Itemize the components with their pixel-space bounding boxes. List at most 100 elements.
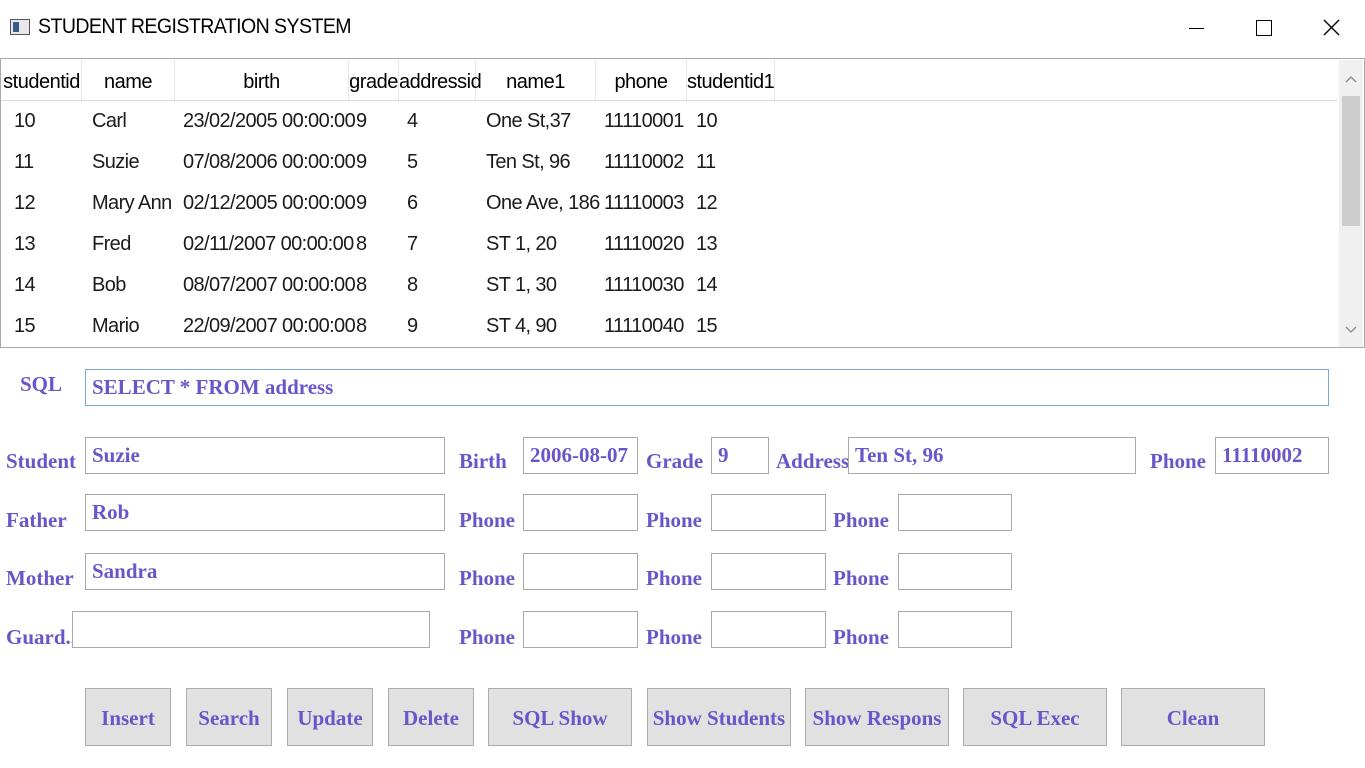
table-cell-name[interactable]: Mario	[92, 306, 140, 347]
table-cell-addressid[interactable]: 7	[407, 224, 418, 265]
table-cell-birth[interactable]: 07/08/2006 00:00:00	[183, 142, 356, 183]
grid-scrollbar[interactable]	[1339, 60, 1363, 347]
column-header[interactable]: phone	[596, 60, 687, 100]
father-phone-field-3[interactable]	[898, 494, 1012, 531]
column-header[interactable]: studentid1	[687, 60, 775, 100]
table-cell-name1[interactable]: ST 1, 20	[486, 224, 557, 265]
table-cell-studentid[interactable]: 11	[14, 142, 34, 183]
guardian-name-field[interactable]	[72, 611, 430, 648]
table-cell-grade[interactable]: 8	[356, 306, 367, 347]
column-header[interactable]: birth	[175, 60, 349, 100]
father-phone-field-2[interactable]	[711, 494, 826, 531]
table-cell-grade[interactable]: 9	[356, 101, 367, 142]
guardian-phone-field-2[interactable]	[711, 611, 826, 648]
table-cell-studentid1[interactable]: 11	[696, 142, 716, 183]
show-students-button[interactable]: Show Students	[647, 688, 791, 746]
minimize-button[interactable]	[1163, 0, 1231, 58]
table-cell-phone[interactable]: 11110001	[604, 101, 684, 142]
table-cell-name[interactable]: Mary Ann	[92, 183, 172, 224]
close-button[interactable]	[1297, 0, 1365, 58]
column-header[interactable]: addressid	[399, 60, 482, 100]
table-cell-studentid1[interactable]: 15	[696, 306, 718, 347]
table-cell-name1[interactable]: ST 4, 90	[486, 306, 557, 347]
insert-button[interactable]: Insert	[85, 688, 171, 746]
table-cell-phone[interactable]: 11110002	[604, 142, 684, 183]
guardian-phone-field-1[interactable]	[523, 611, 638, 648]
mother-phone-field-1[interactable]	[523, 553, 638, 590]
table-cell-name[interactable]: Suzie	[92, 142, 140, 183]
table-cell-grade[interactable]: 9	[356, 142, 367, 183]
table-cell-birth[interactable]: 08/07/2007 00:00:00	[183, 265, 356, 306]
maximize-button[interactable]	[1229, 0, 1297, 58]
table-cell-studentid[interactable]: 15	[14, 306, 36, 347]
show-respons-button[interactable]: Show Respons	[805, 688, 949, 746]
scroll-up-icon[interactable]	[1339, 60, 1363, 96]
address-field[interactable]	[848, 437, 1136, 474]
table-cell-addressid[interactable]: 5	[407, 142, 418, 183]
table-cell-birth[interactable]: 23/02/2005 00:00:00	[183, 101, 356, 142]
table-cell-phone[interactable]: 11110040	[604, 306, 684, 347]
sql-input[interactable]	[85, 369, 1329, 406]
table-cell-name[interactable]: Carl	[92, 101, 127, 142]
table-cell-studentid[interactable]: 12	[14, 183, 36, 224]
column-header[interactable]: name1	[476, 60, 596, 100]
sql-show-button[interactable]: SQL Show	[488, 688, 632, 746]
table-cell-addressid[interactable]: 8	[407, 265, 418, 306]
guardian-label: Guard..	[6, 625, 77, 649]
table-row[interactable]: 13 Fred 02/11/2007 00:00:00 8 7 ST 1, 20 11110…	[2, 224, 1337, 265]
guardian-phone-field-3[interactable]	[898, 611, 1012, 648]
table-cell-phone[interactable]: 11110020	[604, 224, 684, 265]
student-label: Student	[6, 449, 77, 473]
table-cell-birth[interactable]: 22/09/2007 00:00:00	[183, 306, 356, 347]
table-cell-birth[interactable]: 02/11/2007 00:00:00	[183, 224, 354, 265]
table-row[interactable]: 14 Bob 08/07/2007 00:00:00 8 8 ST 1, 30 111100…	[2, 265, 1337, 306]
table-cell-phone[interactable]: 11110030	[604, 265, 684, 306]
table-cell-studentid1[interactable]: 13	[696, 224, 718, 265]
table-cell-name1[interactable]: Ten St, 96	[486, 142, 571, 183]
table-cell-studentid[interactable]: 14	[14, 265, 36, 306]
mother-phone-field-2[interactable]	[711, 553, 826, 590]
table-cell-studentid[interactable]: 13	[14, 224, 36, 265]
grade-field[interactable]	[711, 437, 769, 474]
table-cell-grade[interactable]: 8	[356, 224, 367, 265]
student-phone-field[interactable]	[1215, 437, 1329, 474]
table-cell-addressid[interactable]: 9	[407, 306, 418, 347]
scroll-thumb[interactable]	[1342, 96, 1360, 226]
table-cell-name1[interactable]: One St,37	[486, 101, 571, 142]
table-cell-studentid1[interactable]: 12	[696, 183, 718, 224]
table-row[interactable]: 10 Carl 23/02/2005 00:00:00 9 4 One St,37 1111…	[2, 101, 1337, 142]
table-cell-name[interactable]: Fred	[92, 224, 131, 265]
table-cell-studentid1[interactable]: 10	[696, 101, 718, 142]
mother-name-field[interactable]	[85, 553, 445, 590]
table-cell-name1[interactable]: One Ave, 186	[486, 183, 600, 224]
table-cell-name[interactable]: Bob	[92, 265, 126, 306]
table-cell-addressid[interactable]: 4	[407, 101, 418, 142]
table-cell-grade[interactable]: 8	[356, 265, 367, 306]
table-row[interactable]: 15 Mario 22/09/2007 00:00:00 8 9 ST 4, 90 1111…	[2, 306, 1337, 347]
table-cell-studentid1[interactable]: 14	[696, 265, 718, 306]
table-cell-grade[interactable]: 9	[356, 183, 367, 224]
table-cell-addressid[interactable]: 6	[407, 183, 418, 224]
father-phone-field-1[interactable]	[523, 494, 638, 531]
scroll-down-icon[interactable]	[1339, 311, 1363, 347]
father-label: Father	[6, 508, 67, 532]
table-row[interactable]: 11 Suzie 07/08/2006 00:00:00 9 5 Ten St, 96 11…	[2, 142, 1337, 183]
table-cell-name1[interactable]: ST 1, 30	[486, 265, 557, 306]
clean-button[interactable]: Clean	[1121, 688, 1265, 746]
father-name-field[interactable]	[85, 494, 445, 531]
table-cell-birth[interactable]: 02/12/2005 00:00:00	[183, 183, 356, 224]
birth-field[interactable]	[523, 437, 638, 474]
search-button[interactable]: Search	[186, 688, 272, 746]
student-name-field[interactable]	[85, 437, 445, 474]
mother-phone-field-3[interactable]	[898, 553, 1012, 590]
sql-exec-button[interactable]: SQL Exec	[963, 688, 1107, 746]
column-header[interactable]: studentid	[2, 60, 82, 100]
table-row[interactable]: 12 Mary Ann 02/12/2005 00:00:00 9 6 One Ave, …	[2, 183, 1337, 224]
column-header[interactable]: name	[82, 60, 175, 100]
table-cell-phone[interactable]: 11110003	[604, 183, 684, 224]
update-button[interactable]: Update	[287, 688, 373, 746]
column-header[interactable]: grade	[349, 60, 399, 100]
students-grid[interactable]: studentid name birth grade addressid nam…	[0, 58, 1365, 348]
delete-button[interactable]: Delete	[388, 688, 474, 746]
table-cell-studentid[interactable]: 10	[14, 101, 36, 142]
